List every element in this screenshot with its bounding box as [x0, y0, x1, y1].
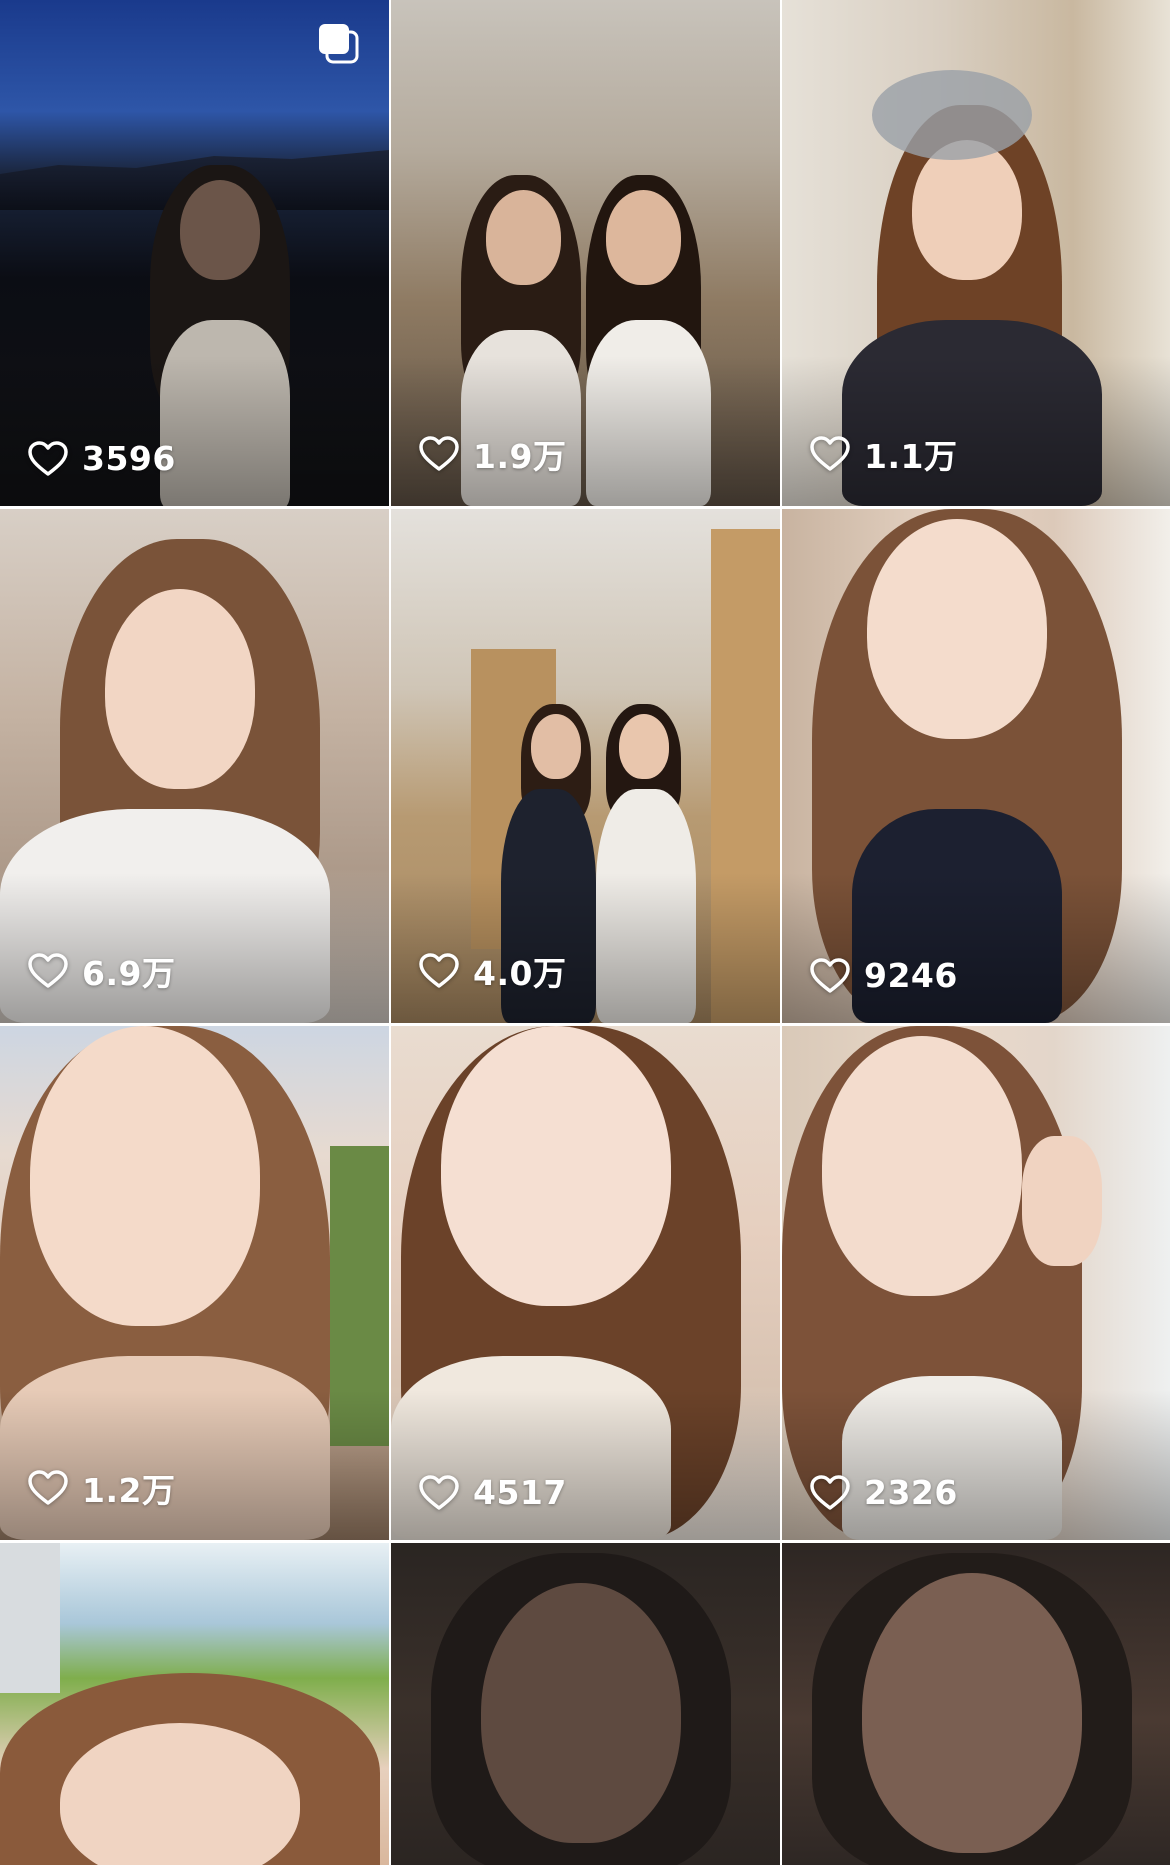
- like-count-text: 6.9万: [82, 954, 176, 993]
- like-count: 2326: [810, 1473, 958, 1512]
- heart-outline-icon: [419, 436, 459, 471]
- like-count: 1.2万: [28, 1464, 175, 1512]
- video-tile-2[interactable]: 1.9万: [391, 0, 780, 506]
- like-count-text: 2326: [864, 1473, 958, 1512]
- video-tile-9[interactable]: 2326: [782, 1026, 1170, 1540]
- video-tile-7[interactable]: 1.2万: [0, 1026, 389, 1540]
- video-tile-10[interactable]: [0, 1543, 389, 1865]
- heart-outline-icon: [810, 957, 850, 993]
- like-count: 3596: [28, 439, 176, 478]
- video-tile-11[interactable]: [391, 1543, 780, 1865]
- like-count-text: 1.9万: [473, 437, 567, 476]
- like-count: 6.9万: [28, 947, 175, 995]
- multiple-photos-icon: [319, 24, 359, 64]
- video-thumbnail: [782, 1543, 1170, 1865]
- video-thumbnail: [391, 1543, 780, 1865]
- video-tile-1[interactable]: 3596: [0, 0, 389, 506]
- like-count: 4.0万: [419, 947, 566, 995]
- heart-outline-icon: [419, 1474, 459, 1510]
- like-count-text: 4.0万: [473, 954, 567, 993]
- video-tile-3[interactable]: 1.1万: [782, 0, 1170, 506]
- video-thumbnail: [0, 1543, 389, 1865]
- like-count-text: 1.2万: [82, 1471, 176, 1510]
- video-tile-8[interactable]: 4517: [391, 1026, 780, 1540]
- video-tile-4[interactable]: 6.9万: [0, 509, 389, 1023]
- heart-outline-icon: [28, 1470, 68, 1505]
- like-count-text: 1.1万: [864, 437, 958, 476]
- video-tile-5[interactable]: 4.0万: [391, 509, 780, 1023]
- heart-outline-icon: [28, 953, 68, 988]
- heart-outline-icon: [28, 440, 68, 476]
- like-count-text: 9246: [864, 956, 958, 995]
- like-count: 1.1万: [810, 430, 957, 478]
- like-count: 9246: [810, 956, 958, 995]
- like-count-text: 3596: [82, 439, 176, 478]
- like-count-text: 4517: [473, 1473, 567, 1512]
- heart-outline-icon: [810, 1474, 850, 1510]
- video-tile-6[interactable]: 9246: [782, 509, 1170, 1023]
- like-count: 1.9万: [419, 430, 566, 478]
- heart-outline-icon: [419, 953, 459, 988]
- video-grid: 3596 1.9万 1.1万 6.9万 4.0万 9246 1.2万 4517 …: [0, 0, 1170, 1872]
- heart-outline-icon: [810, 436, 850, 471]
- video-tile-12[interactable]: [782, 1543, 1170, 1865]
- like-count: 4517: [419, 1473, 567, 1512]
